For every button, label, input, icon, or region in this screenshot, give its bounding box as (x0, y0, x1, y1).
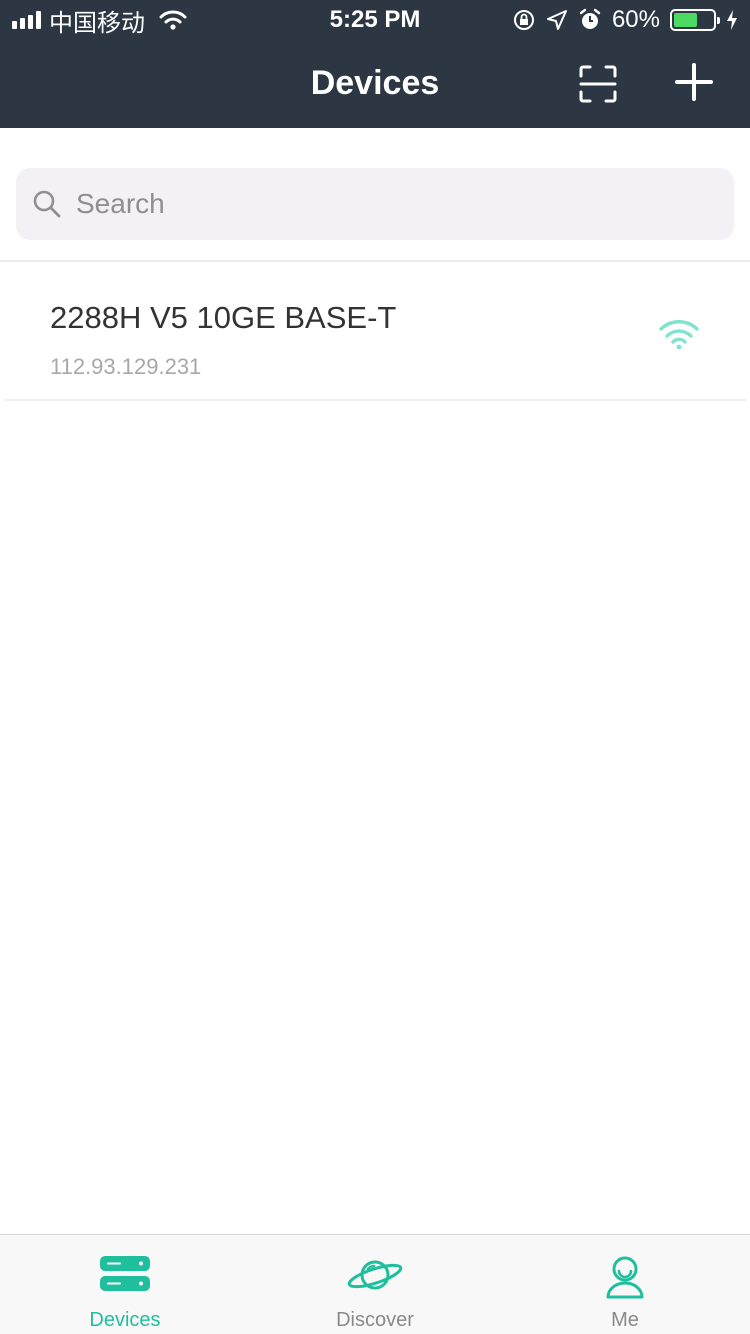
top-bar: 中国移动 5:25 PM 60% Devices (0, 0, 750, 128)
battery-fill (674, 13, 697, 27)
device-name: 2288H V5 10GE BASE-T (50, 300, 397, 335)
tab-label: Me (611, 1309, 639, 1331)
device-list-item[interactable]: 2288H V5 10GE BASE-T 112.93.129.231 (4, 262, 746, 401)
alarm-icon (579, 8, 601, 29)
status-bar: 中国移动 5:25 PM 60% (0, 0, 750, 40)
server-icon (100, 1256, 150, 1291)
status-right: 60% (512, 6, 738, 34)
battery-percent: 60% (611, 6, 660, 33)
search-bar[interactable] (16, 168, 734, 240)
search-icon (33, 190, 61, 218)
plus-icon[interactable] (674, 62, 714, 102)
tab-discover[interactable]: Discover (250, 1235, 500, 1334)
search-input[interactable] (76, 188, 676, 220)
tab-bar: Devices Discover Me (0, 1234, 750, 1334)
device-ip: 112.93.129.231 (50, 354, 202, 379)
tab-devices[interactable]: Devices (0, 1235, 250, 1334)
location-icon (546, 10, 567, 30)
battery-icon (670, 9, 720, 31)
tab-me[interactable]: Me (500, 1235, 750, 1334)
scan-icon[interactable] (578, 64, 618, 104)
charging-icon (727, 10, 737, 30)
user-icon (606, 1256, 644, 1299)
tab-label: Devices (89, 1309, 161, 1331)
orientation-lock-icon (513, 10, 534, 30)
page-title: Devices (310, 64, 440, 102)
tab-label: Discover (336, 1309, 414, 1331)
wifi-icon (659, 320, 699, 350)
planet-icon (347, 1260, 403, 1290)
